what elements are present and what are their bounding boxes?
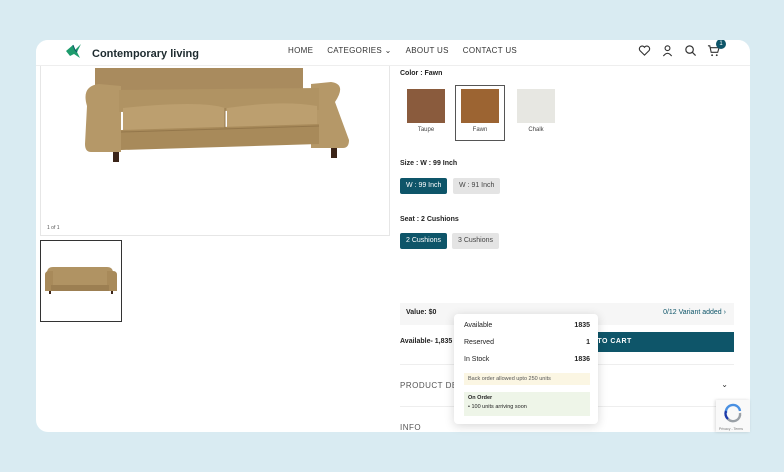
nav-about[interactable]: ABOUT US [406,46,449,55]
main-product-image[interactable]: 1 of 1 [40,66,390,236]
stock-row-available: Available 1835 [464,322,590,329]
value-label: Value: $0 [406,309,437,316]
stock-row-value: 1 [586,339,590,346]
color-label: Color : Fawn [400,70,443,77]
chevron-down-icon: ⌄ [721,380,728,389]
swatch-taupe-label: Taupe [417,127,435,133]
sofa-image [85,68,349,162]
chevron-down-icon: ⌄ [384,46,392,55]
on-order-box: On Order • 100 units arriving soon [464,392,590,416]
size-option-91[interactable]: W : 91 Inch [453,178,501,194]
stock-row-label: In Stock [464,356,490,363]
chevron-right-icon: › [723,309,726,316]
top-navigation: Contemporary living HOME CATEGORIES ⌄ AB… [36,40,750,66]
image-page-indicator: 1 of 1 [47,225,60,231]
stock-row-value: 1836 [574,356,590,363]
main-nav: HOME CATEGORIES ⌄ ABOUT US CONTACT US [288,46,517,55]
swatch-chalk[interactable]: Chalk [514,86,558,136]
variants-added-label: 0/12 Variant added [663,309,722,316]
seat-option-3[interactable]: 3 Cushions [452,233,500,249]
availability-label: Available- 1,835 [400,338,453,345]
on-order-item: • 100 units arriving soon [468,404,527,410]
swatch-taupe-chip [407,89,445,123]
swatch-chalk-chip [517,89,555,123]
search-icon[interactable] [684,44,697,57]
swatch-fawn[interactable]: Fawn [455,85,505,141]
seat-option-2[interactable]: 2 Cushions [400,233,448,249]
nav-categories-label: CATEGORIES [327,46,383,55]
browser-window: Contemporary living HOME CATEGORIES ⌄ AB… [36,40,750,432]
user-icon[interactable] [661,44,674,57]
header-icons: 1 [638,40,726,57]
nav-categories[interactable]: CATEGORIES ⌄ [327,46,391,55]
brand[interactable]: Contemporary living [64,42,199,65]
brand-name: Contemporary living [92,47,199,60]
swatch-taupe[interactable]: Taupe [404,86,448,136]
hummingbird-logo-icon [64,42,84,65]
on-order-item-text: 100 units arriving soon [471,404,527,410]
stock-row-label: Reserved [464,339,494,346]
swatch-chalk-label: Chalk [528,127,544,133]
stock-row-in-stock: In Stock 1836 [464,356,590,363]
stock-row-value: 1835 [574,322,590,329]
wishlist-heart-icon[interactable] [638,44,651,57]
nav-contact[interactable]: CONTACT US [463,46,517,55]
stock-row-reserved: Reserved 1 [464,339,590,346]
stock-row-label: Available [464,322,493,329]
cart-count-badge: 1 [716,40,726,49]
recaptcha-badge[interactable]: Privacy - Terms [716,400,750,432]
size-label: Size : W : 99 Inch [400,160,458,167]
seat-label: Seat : 2 Cushions [400,216,459,223]
swatch-fawn-label: Fawn [472,127,488,133]
stock-popover: Available 1835 Reserved 1 In Stock 1836 … [454,314,598,424]
swatch-fawn-chip [461,89,499,123]
recaptcha-text: Privacy - Terms [719,427,744,431]
on-order-title: On Order [468,395,493,401]
recaptcha-icon [724,403,742,423]
cart-button[interactable]: 1 [707,40,726,57]
sofa-thumbnail-image [45,267,117,294]
backorder-note: Back order allowed upto 250 units [464,373,590,385]
size-option-99[interactable]: W : 99 Inch [400,178,448,194]
accordion-info-title: INFO [400,423,422,432]
variants-added-link[interactable]: 0/12 Variant added › [663,309,726,316]
product-thumbnail[interactable] [40,240,122,322]
nav-home[interactable]: HOME [288,46,313,55]
